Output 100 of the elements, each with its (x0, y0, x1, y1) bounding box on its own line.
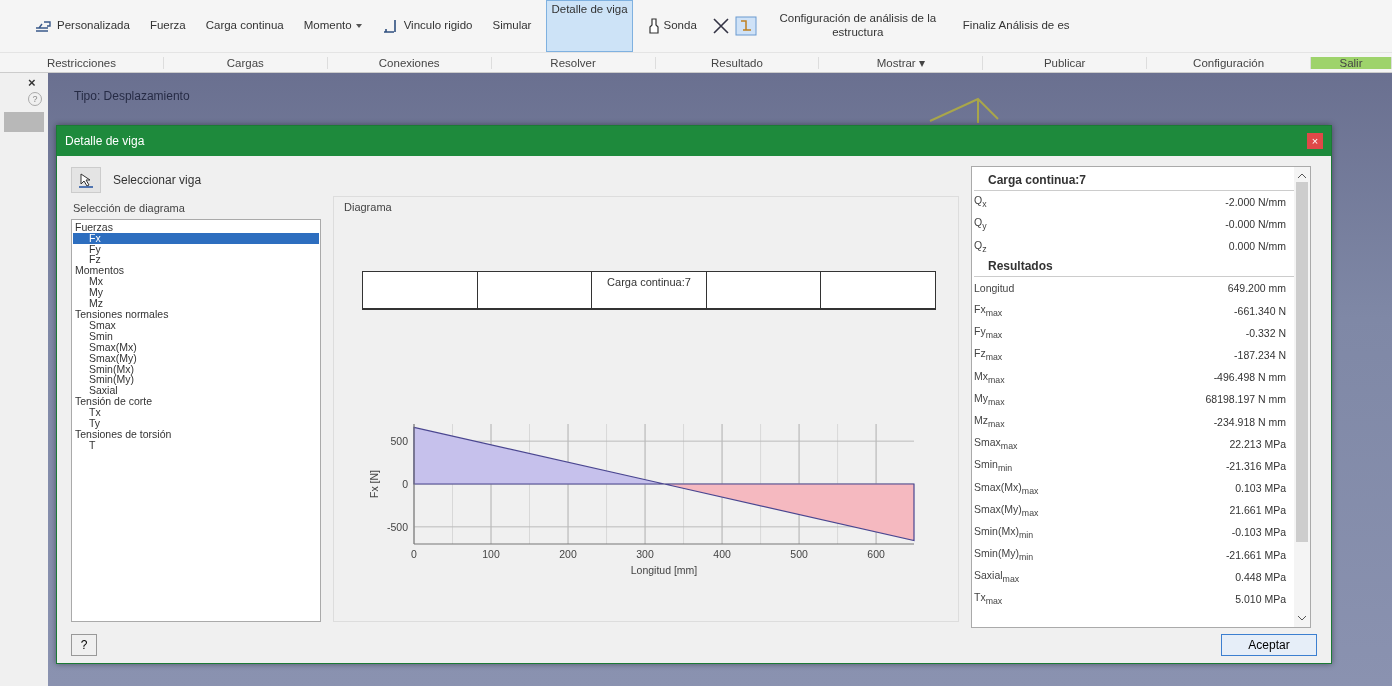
property-value: 0.103 MPa (1235, 482, 1286, 495)
group-title: Selección de diagrama (73, 201, 186, 214)
ribbon-button[interactable]: Momento (298, 16, 367, 36)
property-name: Tx$_{max}$ (974, 591, 1003, 607)
tick-label: 200 (559, 547, 577, 560)
property-name: Q$_{z}$ (974, 238, 987, 254)
tick-label: 500 (390, 434, 408, 447)
property-value: 0.000 N/mm (1228, 240, 1286, 253)
close-button[interactable]: × (1307, 132, 1323, 149)
ribbon-group-label: Conexiones (327, 56, 492, 69)
property-name: Fy$_{max}$ (974, 325, 1003, 341)
tree-item[interactable]: Fz (73, 254, 319, 266)
tick-label: 0 (411, 547, 417, 560)
property-name: Mz$_{max}$ (974, 413, 1005, 430)
tree-item[interactable]: Smax(My) (73, 352, 319, 364)
property-value: -21.661 MPa (1225, 548, 1286, 561)
constraint-icon (35, 19, 53, 33)
tick-label: 600 (867, 547, 885, 560)
select-beam-button[interactable] (71, 166, 101, 193)
ribbon-group-label: Restricciones (0, 56, 164, 69)
property-name: Smax(Mx)$_{max}$ (974, 480, 1039, 496)
tree-item[interactable]: Tensiones de torsión (73, 428, 319, 440)
ribbon-group-label: Resultado (655, 56, 820, 69)
tree-item[interactable]: Smax (73, 319, 319, 331)
property-value: -187.234 N (1234, 348, 1286, 361)
property-name: Smax(My)$_{max}$ (974, 502, 1039, 518)
axis-title: Fx [N] (368, 469, 380, 498)
scroll-down-icon[interactable] (1298, 615, 1306, 621)
property-value: 21.661 MPa (1229, 504, 1286, 517)
ribbon-button[interactable]: Configuración de análisis de la estructura (767, 9, 948, 43)
display-tools-icon[interactable] (711, 16, 758, 36)
tree-item[interactable]: Smin(My) (73, 374, 319, 386)
property-name: Longitud (974, 282, 1015, 295)
tree-item[interactable]: Ty (73, 418, 319, 429)
tick-label: 500 (790, 547, 808, 560)
select-beam-label: Seleccionar viga (113, 172, 202, 187)
tick-label: -500 (387, 520, 408, 533)
section-header: Carga continua:7 (974, 170, 1294, 191)
help-button[interactable]: ? (71, 634, 97, 657)
ribbon-group-label: Salir (1311, 56, 1392, 69)
property-value: 5.010 MPa (1235, 593, 1286, 605)
tree-item[interactable]: Saxial (73, 385, 319, 397)
property-name: My$_{max}$ (974, 391, 1005, 407)
ribbon-button[interactable]: Carga continua (200, 16, 289, 36)
property-value: -0.332 N (1245, 326, 1286, 339)
ok-button[interactable]: Aceptar (1221, 634, 1317, 657)
ribbon-button[interactable]: Vinculo rigido (376, 15, 478, 37)
property-name: Fx$_{max}$ (974, 303, 1003, 319)
scrollbar[interactable] (1294, 166, 1310, 627)
ribbon-button[interactable]: Detalle de viga (546, 0, 633, 52)
tree-item[interactable]: Smax(Mx) (73, 341, 319, 353)
property-value: -2.000 N/mm (1225, 195, 1286, 208)
ribbon-group-label: Mostrar ▾ (819, 55, 984, 70)
section-header: Resultados (974, 257, 1294, 278)
property-value: -496.498 N mm (1213, 371, 1286, 384)
tree-item[interactable]: Smin (73, 330, 319, 342)
property-name: Saxial$_{max}$ (974, 569, 1020, 585)
ribbon-button[interactable]: Simular (487, 16, 537, 36)
tree-item[interactable]: Fx (73, 232, 319, 244)
tree-item[interactable]: My (73, 287, 319, 299)
probe-icon (647, 18, 660, 34)
property-name: Fz$_{max}$ (974, 347, 1003, 363)
scroll-up-icon[interactable] (1298, 172, 1306, 178)
ribbon-button[interactable]: Personalizada (30, 16, 135, 36)
tick-label: 100 (482, 547, 500, 560)
tree-item[interactable]: Fuerzas (73, 221, 319, 233)
ribbon-group-label: Cargas (163, 56, 328, 69)
property-value: -0.103 MPa (1231, 526, 1286, 539)
property-value: 22.213 MPa (1229, 437, 1286, 450)
ribbon-button[interactable]: Fuerza (144, 16, 191, 36)
tree-item[interactable]: Tx (73, 407, 319, 419)
property-value: 649.200 mm (1227, 282, 1286, 295)
property-name: Smin(Mx)$_{min}$ (974, 524, 1034, 540)
property-value: -0.000 N/mm (1225, 218, 1286, 230)
property-name: Smin(My)$_{min}$ (974, 547, 1034, 563)
dialog-title: Detalle de viga (65, 133, 145, 148)
viewport-info: Tipo: Desplazamiento (74, 89, 190, 103)
ribbon-button[interactable]: Finaliz Análisis de es (957, 16, 1075, 36)
ribbon-button[interactable]: Sonda (642, 15, 702, 37)
tree-item[interactable]: Mx (73, 276, 319, 288)
property-name: Mx$_{max}$ (974, 369, 1005, 385)
close-icon[interactable]: × (28, 75, 36, 90)
tree-item[interactable]: Tensión de corte (73, 396, 319, 408)
group-title: Diagrama (344, 200, 393, 213)
property-name: Smax$_{max}$ (974, 436, 1018, 452)
tree-item[interactable]: Smin(Mx) (73, 363, 319, 375)
tree-item[interactable]: Mz (73, 298, 319, 309)
property-name: Smin$_{min}$ (974, 458, 1013, 474)
caret-icon (355, 24, 362, 28)
axis-title: Longitud [mm] (630, 563, 698, 576)
tick-label: 0 (402, 477, 408, 490)
tree-item[interactable]: T (73, 439, 319, 451)
tick-label: 400 (713, 547, 731, 560)
tree-item[interactable]: Momentos (73, 265, 319, 277)
property-name: Q$_{x}$ (974, 194, 987, 210)
tree-item[interactable]: Fy (73, 243, 319, 255)
property-value: -21.316 MPa (1225, 459, 1286, 472)
property-value: -234.918 N mm (1213, 415, 1286, 428)
beam-label: Carga continua:7 (606, 275, 692, 288)
tree-item[interactable]: Tensiones normales (73, 308, 319, 320)
